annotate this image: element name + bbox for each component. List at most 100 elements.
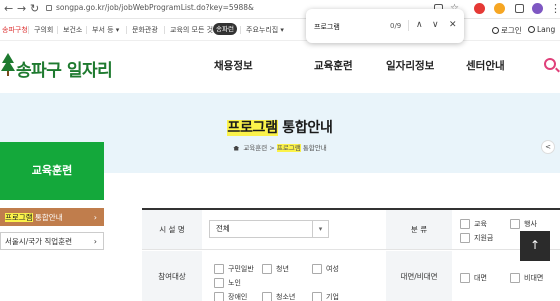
site-logo[interactable]: 송파구 일자리 xyxy=(16,56,113,81)
checkbox[interactable] xyxy=(510,219,520,229)
target-option-disabled[interactable]: 장애인 xyxy=(214,292,247,301)
title-highlight: 프로그램 xyxy=(227,120,278,136)
target-option-general[interactable]: 구민일반 xyxy=(214,264,254,274)
sidebar-item-highlight: 프로그램 xyxy=(5,213,33,222)
checkbox[interactable] xyxy=(460,219,470,229)
browser-address-bar: ← → ↻ songpa.go.kr/job/jobWebProgramList… xyxy=(0,0,560,19)
gov-sep xyxy=(86,26,87,34)
gov-link-major-sites[interactable]: 주요누리집 ▾ xyxy=(246,25,284,35)
category-option-event[interactable]: 행사 xyxy=(510,219,537,229)
find-in-page-bar: 프로그램 0/9 ∧ ∨ ✕ xyxy=(306,9,464,43)
url-field[interactable]: songpa.go.kr/job/jobWebProgramList.do?ke… xyxy=(46,3,254,12)
site-header: 송파구 일자리 채용정보 교육훈련 일자리정보 센터안내 xyxy=(0,41,560,93)
option-label: 청소년 xyxy=(276,293,296,301)
target-option-senior[interactable]: 노인 xyxy=(214,278,241,288)
facility-select-value: 전체 xyxy=(216,224,230,233)
scroll-top-button[interactable]: ↑ xyxy=(520,231,550,261)
find-close-button[interactable]: ✕ xyxy=(449,19,457,31)
target-option-women[interactable]: 여성 xyxy=(312,264,339,274)
search-icon[interactable] xyxy=(544,58,556,70)
sidebar-item-vocational-training[interactable]: 서울시/국가 직업훈련 › xyxy=(0,232,104,250)
chevron-right-icon: › xyxy=(93,213,97,222)
target-option-youth[interactable]: 청년 xyxy=(262,264,289,274)
checkbox[interactable] xyxy=(262,264,272,274)
gov-sep xyxy=(57,26,58,34)
sidepanel-icon[interactable] xyxy=(515,4,524,13)
site-info-icon[interactable] xyxy=(46,5,52,11)
chevron-down-icon: ▾ xyxy=(312,221,328,237)
mode-option-online[interactable]: 비대면 xyxy=(510,273,543,283)
breadcrumb-sep: > xyxy=(269,144,275,152)
language-link[interactable]: Lang xyxy=(528,25,555,34)
sidebar-title: 교육훈련 xyxy=(0,142,104,200)
find-input[interactable]: 프로그램 xyxy=(314,22,340,32)
login-label: 로그인 xyxy=(501,26,522,35)
gov-link-songpa[interactable]: 송파구청 xyxy=(2,25,28,35)
gov-link-council[interactable]: 구의회 xyxy=(34,25,53,35)
chevron-right-icon: › xyxy=(93,237,97,246)
checkbox[interactable] xyxy=(510,273,520,283)
sidebar-item-program-info[interactable]: 프로그램 통합안내 › xyxy=(0,208,104,226)
back-icon[interactable]: ← xyxy=(4,2,13,16)
forward-icon[interactable]: → xyxy=(17,2,26,16)
checkbox[interactable] xyxy=(312,292,322,301)
menu-dots-icon[interactable]: ⋮ xyxy=(550,2,560,16)
gov-link-culture[interactable]: 문화관광 xyxy=(132,25,158,35)
gov-badge-learn[interactable]: 송파런 xyxy=(213,23,237,35)
checkbox[interactable] xyxy=(312,264,322,274)
option-label: 구민일반 xyxy=(228,265,254,273)
find-divider xyxy=(408,20,409,31)
logo-tree-icon xyxy=(1,53,15,76)
option-label: 교육 xyxy=(474,220,487,228)
gov-link-education[interactable]: 교육의 모든 것 xyxy=(170,25,213,35)
person-icon xyxy=(492,27,499,34)
option-label: 장애인 xyxy=(228,293,248,301)
login-link[interactable]: 로그인 xyxy=(492,25,522,36)
find-match-count: 0/9 xyxy=(390,22,402,30)
option-label: 기업 xyxy=(326,293,339,301)
checkbox[interactable] xyxy=(214,278,224,288)
sidebar-item-label: 서울시/국가 직업훈련 xyxy=(5,237,73,246)
reload-icon[interactable]: ↻ xyxy=(30,2,39,16)
checkbox[interactable] xyxy=(262,292,272,301)
option-label: 여성 xyxy=(326,265,339,273)
gov-link-departments[interactable]: 부서 등 ▾ xyxy=(92,25,119,35)
title-rest: 통합안내 xyxy=(277,120,333,136)
option-label: 대면 xyxy=(474,274,487,282)
target-option-teen[interactable]: 청소년 xyxy=(262,292,295,301)
profile-avatar[interactable] xyxy=(532,3,543,14)
gnb-item-jobs[interactable]: 채용정보 xyxy=(214,58,253,73)
checkbox[interactable] xyxy=(460,233,470,243)
checkbox[interactable] xyxy=(460,273,470,283)
extension-red-icon[interactable] xyxy=(474,3,485,14)
facility-select[interactable]: 전체 ▾ xyxy=(209,220,329,238)
breadcrumb-highlight: 프로그램 xyxy=(276,144,301,152)
find-next-button[interactable]: ∨ xyxy=(432,19,439,31)
mode-option-offline[interactable]: 대면 xyxy=(460,273,487,283)
gov-sep xyxy=(28,26,29,34)
checkbox[interactable] xyxy=(214,264,224,274)
globe-icon xyxy=(528,26,535,33)
checkbox[interactable] xyxy=(214,292,224,301)
category-label: 분 류 xyxy=(386,210,452,250)
gnb-item-job-info[interactable]: 일자리정보 xyxy=(386,58,434,73)
find-prev-button[interactable]: ∧ xyxy=(416,19,423,31)
extension-orange-icon[interactable] xyxy=(494,3,505,14)
gnb-item-center[interactable]: 센터안내 xyxy=(466,58,505,73)
target-option-company[interactable]: 기업 xyxy=(312,292,339,301)
gov-link-health[interactable]: 보건소 xyxy=(63,25,82,35)
breadcrumb-level2: 통합안내 xyxy=(300,144,327,152)
mode-label: 대면/비대면 xyxy=(386,251,452,301)
share-icon[interactable]: < xyxy=(541,140,555,154)
facility-label: 시 설 명 xyxy=(142,210,202,250)
target-label: 참여대상 xyxy=(142,251,202,301)
program-filter-form: 시 설 명 전체 ▾ 분 류 교육 행사 지원금 참여대상 구민일반 청년 여성… xyxy=(142,208,560,301)
gov-sep xyxy=(164,26,165,34)
home-icon[interactable] xyxy=(233,145,240,151)
category-option-grant[interactable]: 지원금 xyxy=(460,233,493,243)
gnb-item-training[interactable]: 교육훈련 xyxy=(314,58,353,73)
category-option-education[interactable]: 교육 xyxy=(460,219,487,229)
url-text: songpa.go.kr/job/jobWebProgramList.do?ke… xyxy=(56,3,254,12)
language-label: Lang xyxy=(537,25,556,34)
breadcrumb-level1[interactable]: 교육훈련 xyxy=(243,144,267,152)
